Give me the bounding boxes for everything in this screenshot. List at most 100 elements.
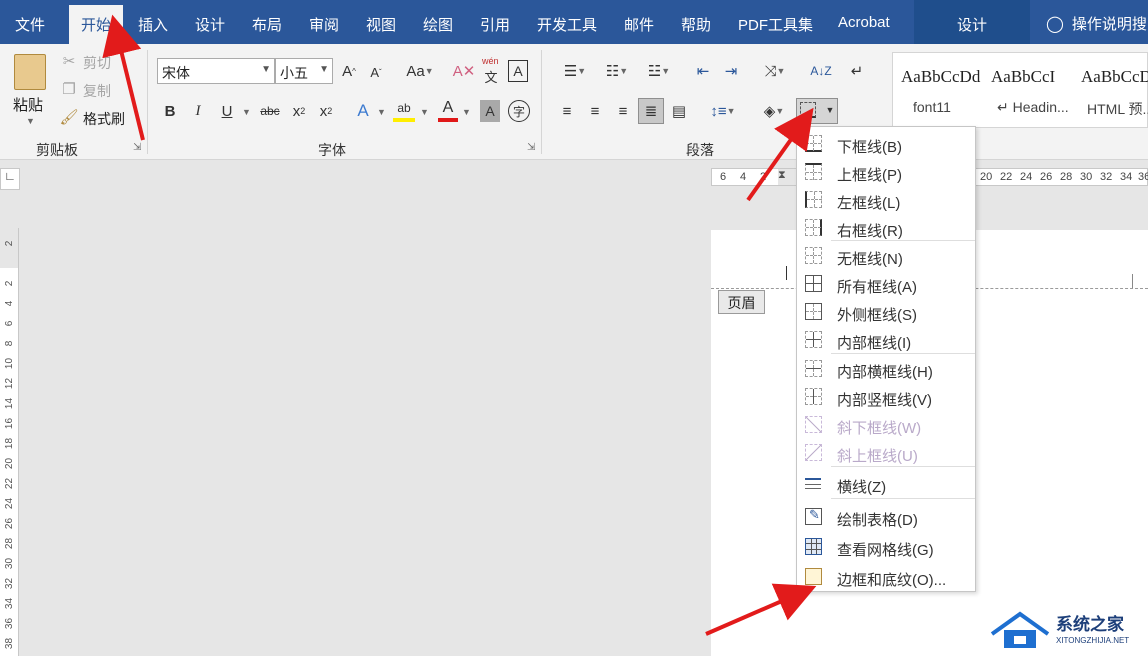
highlight-color-icon[interactable]: ab [393, 98, 415, 122]
numbering-icon[interactable]: ☷ ▼ [598, 60, 636, 82]
style-name[interactable]: font11 [913, 99, 951, 115]
font-size-combo[interactable]: 小五 ▼ [275, 58, 333, 84]
borders-dropdown-icon[interactable]: ▼ [824, 102, 836, 118]
ruler-number: 36 [4, 617, 15, 630]
bullets-icon[interactable]: ☰ ▼ [556, 60, 594, 82]
tab-9[interactable]: 开发工具 [537, 14, 597, 35]
menu-item-right-border[interactable]: 右框线(R) [797, 215, 975, 241]
multilevel-list-icon[interactable]: ☳ ▼ [640, 60, 678, 82]
align-right-icon[interactable]: ≡ [612, 100, 634, 122]
tell-me-search[interactable]: ◯ 操作说明搜 [1046, 13, 1147, 34]
superscript-icon[interactable]: x2 [316, 100, 336, 122]
chinese-layout-icon[interactable]: ⤨ ▼ [756, 60, 794, 82]
menu-item-inside-borders[interactable]: 内部框线(I) [797, 327, 975, 353]
phonetic-guide-char-icon[interactable]: 文 [482, 68, 500, 85]
house-logo-icon [990, 611, 1050, 648]
copy-button[interactable]: 复制 [83, 81, 111, 101]
text-effects-icon[interactable]: A [352, 100, 374, 122]
clear-formatting-icon[interactable]: A✕ [453, 60, 476, 82]
menu-item-top-border[interactable]: 上框线(P) [797, 159, 975, 185]
style-sample[interactable]: AaBbCcI [991, 67, 1055, 87]
paste-button[interactable]: 粘贴 [13, 94, 43, 115]
character-border-icon[interactable]: A [508, 60, 528, 82]
font-color-icon[interactable]: A [438, 98, 458, 122]
tab-12[interactable]: PDF工具集 [738, 14, 813, 35]
tab-11[interactable]: 帮助 [681, 14, 711, 35]
change-case-icon[interactable]: Aa ▼ [402, 60, 438, 82]
tab-0[interactable]: 文件 [15, 14, 45, 35]
ruler-number: 30 [4, 557, 15, 570]
styles-gallery[interactable]: AaBbCcDd font11 AaBbCcI ↵ Headin... AaBbCcD H… [892, 52, 1148, 128]
tab-6[interactable]: 视图 [366, 14, 396, 35]
underline-dropdown-icon[interactable]: ▼ [242, 107, 251, 117]
indent-marker-icon[interactable]: ⧗ [778, 169, 790, 185]
phonetic-guide-icon[interactable]: wén [482, 56, 499, 66]
highlight-dropdown-icon[interactable]: ▼ [420, 107, 429, 117]
group-separator [147, 50, 148, 154]
show-marks-icon[interactable]: ↵ [846, 60, 868, 82]
strikethrough-icon[interactable]: abc [258, 100, 282, 122]
shrink-font-icon[interactable]: Aˇ [366, 62, 386, 82]
format-painter-button[interactable]: 格式刷 [83, 109, 125, 129]
menu-item-outside-borders[interactable]: 外侧框线(S) [797, 299, 975, 325]
font-name-combo[interactable]: 宋体 ▼ [157, 58, 275, 84]
italic-icon[interactable]: I [189, 100, 207, 122]
ruler-number: 28 [4, 537, 15, 550]
increase-indent-icon[interactable]: ⇥ [720, 60, 742, 82]
copy-icon: ❐ [62, 81, 76, 98]
menu-item-horizontal-line[interactable]: 横线(Z) [797, 471, 975, 497]
tab-4[interactable]: 布局 [252, 14, 282, 35]
tab-8[interactable]: 引用 [480, 14, 510, 35]
underline-icon[interactable]: U [216, 100, 238, 122]
line-spacing-icon[interactable]: ↕≡ ▼ [704, 100, 742, 122]
ruler-number: 30 [1080, 171, 1093, 183]
clipboard-group-label: 剪贴板 [36, 142, 78, 158]
menu-item-borders-shading[interactable]: 边框和底纹(O)... [797, 564, 975, 590]
sort-icon[interactable]: A↓Z [810, 58, 832, 84]
enclose-characters-icon[interactable]: 字 [508, 100, 530, 122]
distributed-icon[interactable]: ▤ [668, 100, 690, 122]
font-launcher-icon[interactable]: ⇲ [527, 142, 535, 153]
menu-item-draw-table[interactable]: ✎ 绘制表格(D) [797, 504, 975, 530]
character-shading-icon[interactable]: A [480, 100, 500, 122]
menu-item-inside-horizontal-border[interactable]: 内部横框线(H) [797, 356, 975, 382]
vertical-ruler[interactable]: 2 2 4 6 8 10 12 14 16 18 20 22 24 26 28 30 32 34 36 38 [0, 228, 19, 656]
ruler-number: 20 [980, 171, 993, 183]
align-left-icon[interactable]: ≡ [556, 100, 578, 122]
subscript-icon[interactable]: x2 [289, 100, 309, 122]
style-sample[interactable]: AaBbCcDd [901, 67, 980, 87]
tab-13[interactable]: Acrobat [838, 14, 890, 31]
align-center-icon[interactable]: ≡ [584, 100, 606, 122]
font-color-dropdown-icon[interactable]: ▼ [462, 107, 471, 117]
menu-item-label: 外侧框线(S) [837, 307, 917, 324]
tab-selector[interactable]: ∟ [0, 168, 20, 190]
cut-button[interactable]: 剪切 [83, 53, 111, 73]
grow-font-icon[interactable]: A ^ [339, 60, 359, 82]
paste-icon[interactable] [14, 54, 46, 90]
menu-item-no-border[interactable]: 无框线(N) [797, 243, 975, 269]
style-sample[interactable]: AaBbCcD [1081, 67, 1148, 87]
tab-7[interactable]: 绘图 [423, 14, 453, 35]
paste-dropdown-icon[interactable]: ▼ [26, 116, 35, 126]
tab-2[interactable]: 插入 [138, 14, 168, 35]
tab-5[interactable]: 审阅 [309, 14, 339, 35]
text-effects-dropdown-icon[interactable]: ▼ [377, 107, 386, 117]
decrease-indent-icon[interactable]: ⇤ [692, 60, 714, 82]
bold-icon[interactable]: B [161, 100, 179, 122]
style-name[interactable]: ↵ Headin... [997, 99, 1069, 116]
menu-item-left-border[interactable]: 左框线(L) [797, 187, 975, 213]
menu-item-view-gridlines[interactable]: 查看网格线(G) [797, 534, 975, 560]
shading-icon[interactable]: ◈ ▼ [756, 100, 792, 122]
tab-3[interactable]: 设计 [195, 14, 225, 35]
menu-item-bottom-border[interactable]: 下框线(B) [797, 131, 975, 157]
menu-item-inside-vertical-border[interactable]: 内部竖框线(V) [797, 384, 975, 410]
tab-10[interactable]: 邮件 [624, 14, 654, 35]
style-name[interactable]: HTML 预... [1087, 99, 1148, 119]
right-border-icon [805, 219, 822, 236]
menu-item-all-borders[interactable]: 所有框线(A) [797, 271, 975, 297]
justify-icon[interactable]: ≣ [638, 98, 664, 124]
clipboard-launcher-icon[interactable]: ⇲ [133, 142, 141, 153]
tab-table-design[interactable]: 设计 [914, 0, 1030, 44]
ruler-number: 10 [4, 357, 15, 370]
tab-1[interactable]: 开始 [69, 5, 124, 44]
